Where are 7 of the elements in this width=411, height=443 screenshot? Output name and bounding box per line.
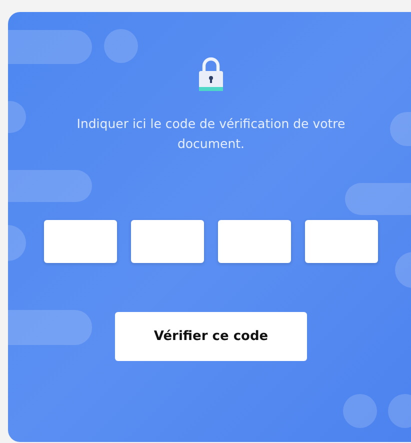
verify-code-button[interactable]: Vérifier ce code: [115, 312, 307, 361]
instruction-text: Indiquer ici le code de vérification de votre document.: [76, 115, 346, 153]
code-digit-field[interactable]: [218, 220, 291, 263]
padlock-icon: [198, 55, 224, 93]
code-digit-field[interactable]: [44, 220, 117, 263]
code-digit-field[interactable]: [131, 220, 204, 263]
code-digit-field[interactable]: [305, 220, 378, 263]
